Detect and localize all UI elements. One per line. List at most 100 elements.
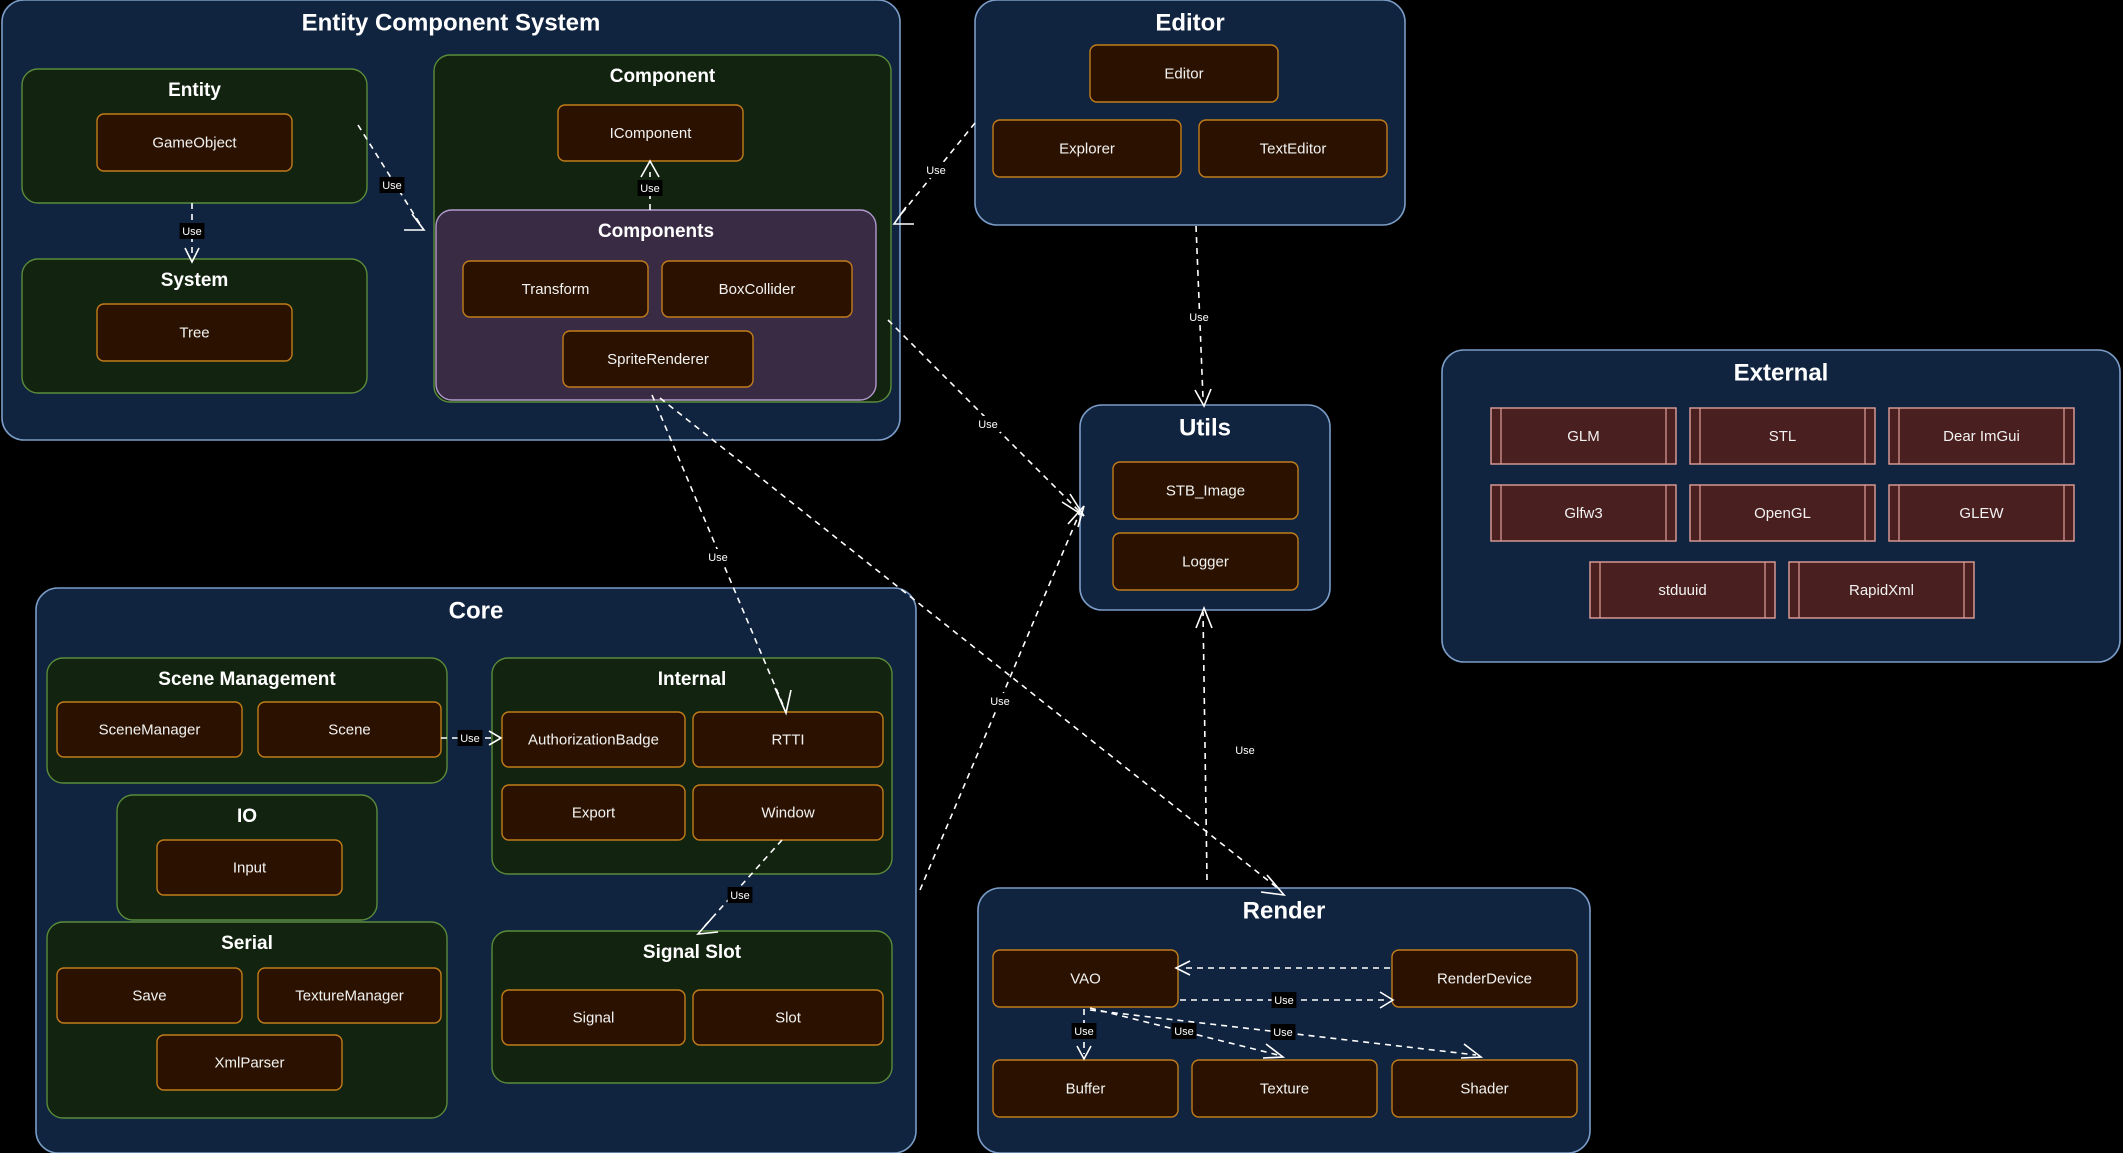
node-label: Buffer <box>1066 1080 1106 1097</box>
class-node-stduuid[interactable]: stduuid <box>1589 561 1776 619</box>
class-node-xmlparser[interactable]: XmlParser <box>156 1034 343 1091</box>
class-node-texteditor[interactable]: TextEditor <box>1198 119 1388 178</box>
edge-label: Use <box>1274 995 1294 1007</box>
class-node-opengl[interactable]: OpenGL <box>1689 484 1876 542</box>
node-label: SceneManager <box>99 721 201 738</box>
class-node-glew[interactable]: GLEW <box>1888 484 2075 542</box>
edge-label: Use <box>708 552 728 564</box>
edge-label: Use <box>640 183 660 195</box>
node-label: Dear ImGui <box>1943 428 2020 445</box>
node-label: OpenGL <box>1754 505 1811 522</box>
class-node-export[interactable]: Export <box>501 784 686 841</box>
package-title: Utils <box>1179 414 1231 441</box>
class-node-scene[interactable]: Scene <box>257 701 442 758</box>
edge-label: Use <box>1074 1026 1094 1038</box>
class-node-explorer[interactable]: Explorer <box>992 119 1182 178</box>
node-label: Tree <box>179 324 209 341</box>
class-node-editor[interactable]: Editor <box>1089 44 1279 103</box>
node-label: Window <box>761 804 815 821</box>
class-node-renderdevice[interactable]: RenderDevice <box>1391 949 1578 1008</box>
node-label: Export <box>572 804 616 821</box>
edge-e-render-utils: Use <box>1195 605 1258 881</box>
class-node-window[interactable]: Window <box>692 784 884 841</box>
node-label: BoxCollider <box>719 281 796 298</box>
node-label: Explorer <box>1059 140 1115 157</box>
node-label: IComponent <box>610 125 693 142</box>
package-title: External <box>1734 359 1829 386</box>
node-label: Shader <box>1460 1080 1508 1097</box>
node-label: Slot <box>775 1009 802 1026</box>
class-node-scenemanager[interactable]: SceneManager <box>56 701 243 758</box>
node-label: RTTI <box>771 731 804 748</box>
class-node-texturemanager[interactable]: TextureManager <box>257 967 442 1024</box>
node-label: Input <box>233 859 267 876</box>
node-label: Logger <box>1182 553 1229 570</box>
node-label: stduuid <box>1658 582 1706 599</box>
class-node-authorizationbadge[interactable]: AuthorizationBadge <box>501 711 686 768</box>
class-node-signal[interactable]: Signal <box>501 989 686 1046</box>
edge-e-ecs-utils: Use <box>887 319 1085 517</box>
class-node-texture[interactable]: Texture <box>1191 1059 1378 1118</box>
group-title: Components <box>598 221 714 242</box>
node-label: VAO <box>1070 970 1101 987</box>
package-title: Render <box>1243 897 1326 924</box>
class-node-gameobject[interactable]: GameObject <box>96 113 293 172</box>
class-node-vao[interactable]: VAO <box>992 949 1179 1008</box>
edge-label: Use <box>1235 745 1255 757</box>
node-label: Signal <box>573 1009 615 1026</box>
group-title: Signal Slot <box>643 942 742 963</box>
class-node-icomponent[interactable]: IComponent <box>557 104 744 162</box>
node-label: AuthorizationBadge <box>528 731 659 748</box>
class-node-input[interactable]: Input <box>156 839 343 896</box>
class-node-glfw3[interactable]: Glfw3 <box>1490 484 1677 542</box>
edge-e-ecs-editor: Use <box>892 122 976 225</box>
edge-label: Use <box>182 226 202 238</box>
class-node-transform[interactable]: Transform <box>462 260 649 318</box>
class-node-boxcollider[interactable]: BoxCollider <box>661 260 853 318</box>
class-node-logger[interactable]: Logger <box>1112 532 1299 591</box>
node-label: GameObject <box>152 134 237 151</box>
edge-e-editor-utils: Use <box>1186 225 1212 408</box>
class-node-rapidxml[interactable]: RapidXml <box>1788 561 1975 619</box>
group-title: Component <box>610 66 716 87</box>
node-label: GLEW <box>1959 505 2004 522</box>
edge-label: Use <box>460 733 480 745</box>
edge-label: Use <box>382 180 402 192</box>
edge-e-core-utils: Use <box>919 505 1085 891</box>
class-node-buffer[interactable]: Buffer <box>992 1059 1179 1118</box>
node-label: Transform <box>522 281 590 298</box>
class-node-stl[interactable]: STL <box>1689 407 1876 465</box>
node-label: STB_Image <box>1166 482 1245 499</box>
class-node-slot[interactable]: Slot <box>692 989 884 1046</box>
node-label: RenderDevice <box>1437 970 1532 987</box>
class-node-stb-image[interactable]: STB_Image <box>1112 461 1299 520</box>
edge-label: Use <box>730 890 750 902</box>
class-node-save[interactable]: Save <box>56 967 243 1024</box>
package-title: Core <box>449 597 504 624</box>
edge-label: Use <box>978 419 998 431</box>
node-label: Editor <box>1164 65 1203 82</box>
edge-label: Use <box>1273 1027 1293 1039</box>
node-label: XmlParser <box>214 1054 284 1071</box>
class-node-spriterenderer[interactable]: SpriteRenderer <box>562 330 754 388</box>
class-node-tree[interactable]: Tree <box>96 303 293 362</box>
node-label: Glfw3 <box>1564 505 1602 522</box>
package-title: Editor <box>1155 9 1224 36</box>
class-node-glm[interactable]: GLM <box>1490 407 1677 465</box>
package-title: Entity Component System <box>302 9 601 36</box>
architecture-diagram: Entity Component System Entity GameObject S… <box>1 0 2121 1153</box>
diagram-canvas-root: Entity Component System Entity GameObject S… <box>0 0 2123 1153</box>
class-node-rtti[interactable]: RTTI <box>692 711 884 768</box>
node-label: GLM <box>1567 428 1600 445</box>
node-label: SpriteRenderer <box>607 351 709 368</box>
group-title: IO <box>237 806 257 827</box>
package-editor[interactable]: Editor <box>974 0 1406 226</box>
node-label: TextEditor <box>1260 140 1327 157</box>
edge-label: Use <box>926 165 946 177</box>
group-title: Internal <box>658 669 727 690</box>
class-node-shader[interactable]: Shader <box>1391 1059 1578 1118</box>
edge-label: Use <box>990 696 1010 708</box>
group-title: Serial <box>221 933 273 954</box>
node-label: Scene <box>328 721 371 738</box>
class-node-dear-imgui[interactable]: Dear ImGui <box>1888 407 2075 465</box>
